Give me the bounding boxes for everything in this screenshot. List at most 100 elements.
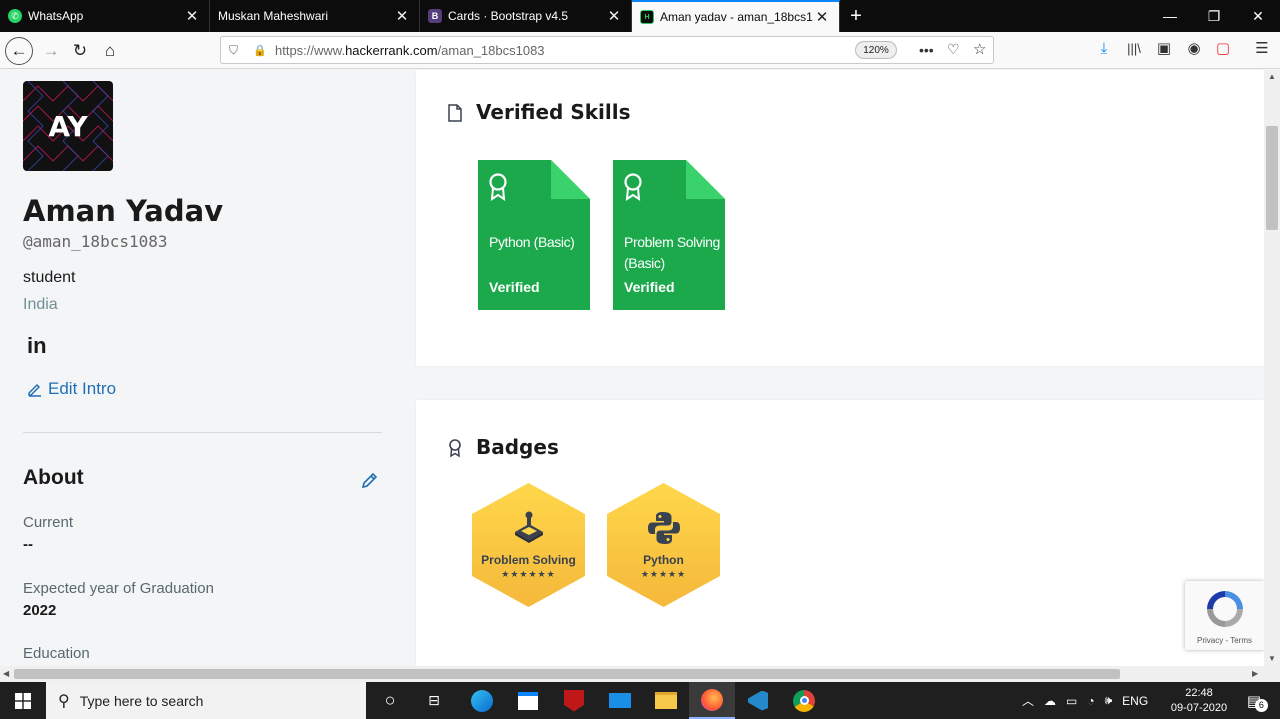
tab-label: WhatsApp (28, 9, 84, 23)
back-button[interactable]: ← (5, 37, 33, 65)
current-label: Current (23, 514, 74, 531)
sidebar-icon[interactable]: ▣ (1153, 37, 1175, 59)
education-label: Education (23, 645, 90, 662)
tab-label: Aman yadav - aman_18bcs1083 (660, 10, 813, 24)
store-icon[interactable] (505, 682, 551, 719)
shield-icon[interactable]: ⛉ (229, 43, 243, 58)
badges-title: Badges (476, 435, 559, 459)
scroll-up-icon[interactable]: ▲ (1268, 72, 1276, 81)
profile-name: Aman Yadav (23, 194, 224, 228)
scroll-left-icon[interactable]: ◀ (3, 669, 9, 678)
new-tab-button[interactable]: + (840, 0, 872, 32)
mail-icon[interactable] (597, 682, 643, 719)
reload-button[interactable]: ↻ (66, 37, 94, 65)
download-icon[interactable]: ⤓ (1093, 37, 1115, 59)
firefox-icon[interactable] (689, 682, 735, 719)
recaptcha-links[interactable]: Privacy - Terms (1185, 636, 1264, 645)
badge-stars: ★★★★★ (640, 569, 687, 579)
tab-whatsapp[interactable]: ✆ WhatsApp ✕ (0, 0, 210, 32)
windows-logo-icon (15, 692, 31, 709)
battery-icon[interactable]: ▭ (1066, 694, 1077, 708)
bookmark-star-icon[interactable]: ☆ (973, 40, 986, 58)
award-ribbon-icon (489, 173, 507, 201)
task-view-icon[interactable]: ⊟ (411, 682, 457, 719)
windows-taskbar: ⚲ Type here to search ○ ⊟ ︿ ☁ ▭ ◔ 🕪 ENG … (0, 682, 1280, 719)
zoom-indicator[interactable]: 120% (855, 41, 897, 59)
navigation-toolbar: ← → ↻ ⌂ ⛉ 🔒 https://www. hackerrank.com/a… (0, 32, 1280, 69)
library-icon[interactable]: |||\ (1123, 37, 1145, 59)
cortana-icon[interactable]: ○ (367, 682, 413, 719)
profile-role: student (23, 269, 76, 286)
lock-icon[interactable]: 🔒 (253, 44, 267, 57)
edit-about-pencil-icon[interactable] (360, 470, 380, 490)
profile-country: India (23, 296, 58, 313)
badge-problem-solving[interactable]: Problem Solving ★★★★★★ (472, 483, 585, 607)
badge-python[interactable]: Python ★★★★★ (607, 483, 720, 607)
pocket-icon[interactable]: ♡ (947, 41, 960, 58)
recaptcha-widget[interactable]: Privacy - Terms (1185, 581, 1264, 650)
page-content: AY Aman Yadav @aman_18bcs1083 student In… (0, 70, 1264, 666)
file-explorer-icon[interactable] (643, 682, 689, 719)
whatsapp-icon: ✆ (8, 9, 22, 23)
linkedin-icon[interactable]: in (27, 333, 47, 359)
wifi-icon[interactable]: ◔ (1087, 694, 1094, 708)
mcafee-icon[interactable] (551, 682, 597, 719)
skill-name: Problem Solving (Basic) (624, 234, 720, 271)
volume-icon[interactable]: 🕪 (1105, 693, 1113, 708)
scroll-right-icon[interactable]: ▶ (1252, 669, 1258, 678)
restore-button[interactable]: ❐ (1192, 0, 1236, 32)
chrome-icon[interactable] (781, 682, 827, 719)
vertical-scrollbar[interactable]: ▲ ▼ (1264, 70, 1280, 666)
graduation-label: Expected year of Graduation (23, 580, 214, 597)
pocket-extension-icon[interactable]: ▢ (1212, 37, 1234, 59)
edit-intro-link[interactable]: Edit Intro (27, 379, 116, 399)
award-ribbon-icon (624, 173, 642, 201)
onedrive-icon[interactable]: ☁ (1044, 694, 1056, 708)
hackerrank-icon: H (640, 10, 654, 24)
address-bar[interactable]: ⛉ 🔒 https://www. hackerrank.com/aman_18bc… (220, 36, 994, 64)
vertical-scroll-thumb[interactable] (1266, 126, 1278, 230)
account-icon[interactable]: ◉ (1183, 37, 1205, 59)
notification-center-icon[interactable]: ▤ 6 (1240, 682, 1268, 719)
system-tray: ︿ ☁ ▭ ◔ 🕪 ENG (1022, 682, 1148, 719)
badge-name: Problem Solving (481, 553, 576, 567)
badges-card: Badges Problem Solving ★★★★★★ Python ★★★… (416, 400, 1264, 666)
tab-bootstrap[interactable]: B Cards · Bootstrap v4.5 ✕ (420, 0, 632, 32)
url-domain: hackerrank.com (345, 42, 438, 58)
vscode-icon[interactable] (735, 682, 781, 719)
verified-skills-card: Verified Skills Python (Basic) Verified … (416, 70, 1264, 366)
window-close-button[interactable]: ✕ (1236, 0, 1280, 32)
close-icon[interactable]: ✕ (813, 8, 831, 26)
search-icon: ⚲ (58, 692, 70, 710)
skill-name: Python (Basic) (489, 234, 575, 250)
skill-card-python[interactable]: Python (Basic) Verified (478, 160, 590, 310)
language-indicator[interactable]: ENG (1122, 694, 1148, 708)
tab-muskan[interactable]: Muskan Maheshwari ✕ (210, 0, 420, 32)
url-path: /aman_18bcs1083 (437, 42, 545, 58)
chevron-up-icon[interactable]: ︿ (1022, 692, 1034, 709)
close-icon[interactable]: ✕ (605, 7, 623, 25)
tab-hackerrank[interactable]: H Aman yadav - aman_18bcs1083 ✕ (632, 0, 840, 32)
avatar: AY (23, 81, 113, 171)
close-icon[interactable]: ✕ (393, 7, 411, 25)
page-actions-icon[interactable]: ••• (919, 42, 934, 58)
edit-intro-label: Edit Intro (48, 379, 117, 398)
taskbar-search-box[interactable]: ⚲ Type here to search (46, 682, 366, 719)
menu-icon[interactable]: ☰ (1251, 37, 1273, 59)
home-button[interactable]: ⌂ (96, 37, 124, 65)
edge-icon[interactable] (459, 682, 505, 719)
horizontal-scrollbar[interactable]: ◀ ▶ (0, 666, 1280, 682)
skill-card-problem-solving[interactable]: Problem Solving (Basic) Verified (613, 160, 725, 310)
minimize-button[interactable]: — (1148, 0, 1192, 32)
search-placeholder: Type here to search (79, 692, 204, 709)
horizontal-scroll-thumb[interactable] (14, 669, 1120, 679)
scroll-down-icon[interactable]: ▼ (1268, 654, 1276, 663)
skill-status: Verified (489, 279, 540, 295)
forward-button[interactable]: → (37, 37, 65, 65)
pencil-icon (28, 384, 41, 397)
clock[interactable]: 22:48 09-07-2020 (1168, 682, 1230, 719)
start-button[interactable] (0, 682, 46, 719)
tab-strip: ✆ WhatsApp ✕ Muskan Maheshwari ✕ B Cards… (0, 0, 1280, 32)
close-icon[interactable]: ✕ (183, 7, 201, 25)
clock-date: 09-07-2020 (1170, 701, 1228, 714)
